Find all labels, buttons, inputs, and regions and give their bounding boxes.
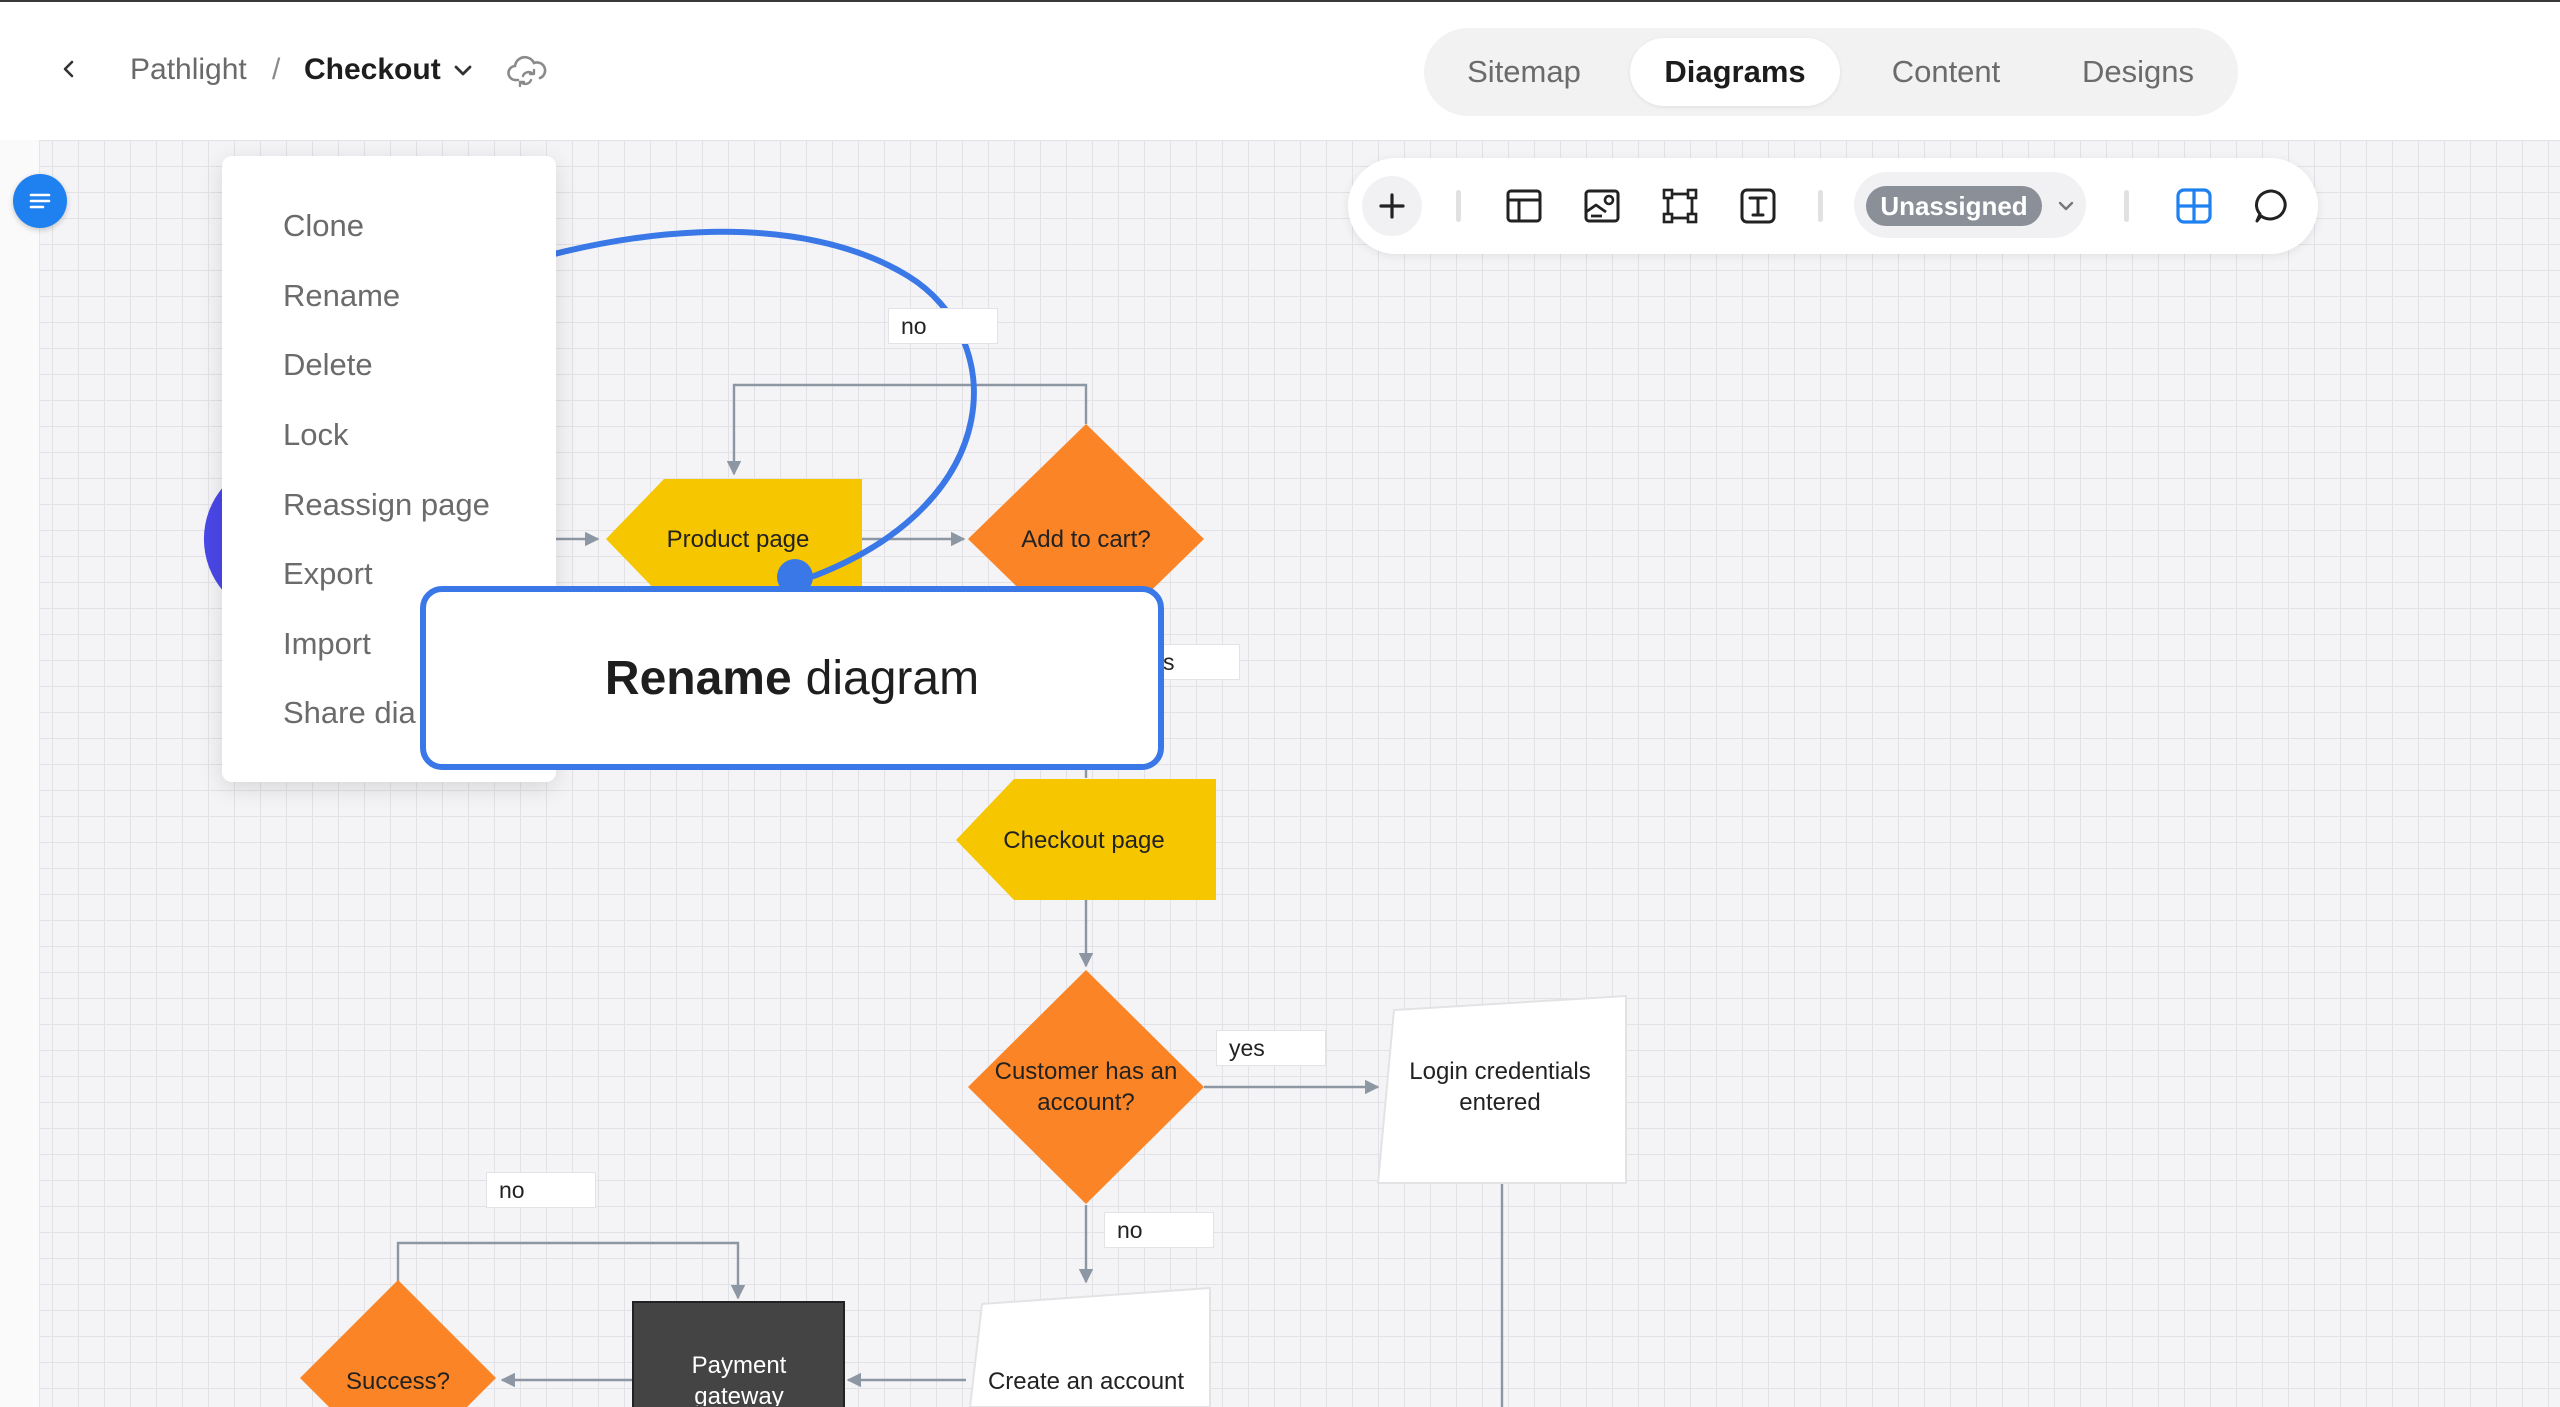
image-card-icon bbox=[1584, 189, 1620, 223]
insert-text-button[interactable] bbox=[1728, 176, 1788, 236]
toolbar-divider bbox=[2124, 190, 2129, 222]
menu-item-lock[interactable]: Lock bbox=[283, 415, 348, 455]
menu-item-reassign-page[interactable]: Reassign page bbox=[283, 485, 490, 525]
menu-item-clone[interactable]: Clone bbox=[283, 206, 364, 246]
success-label: Success? bbox=[345, 1367, 451, 1395]
assignee-dropdown[interactable]: Unassigned bbox=[1854, 172, 2086, 238]
menu-item-export[interactable]: Export bbox=[283, 554, 373, 594]
menu-item-rename[interactable]: Rename bbox=[283, 276, 400, 316]
checkout-page-label: Checkout page bbox=[1003, 826, 1165, 854]
layout-icon bbox=[1506, 189, 1542, 223]
menu-item-share-diagram[interactable]: Share dia bbox=[283, 693, 416, 733]
text-box-icon bbox=[1740, 188, 1776, 224]
grid-icon bbox=[2176, 188, 2212, 224]
insert-frame-button[interactable] bbox=[1650, 176, 1710, 236]
tutorial-callout: Rename diagram bbox=[420, 586, 1164, 770]
grid-toggle-button[interactable] bbox=[2164, 176, 2224, 236]
menu-lines-icon bbox=[29, 193, 51, 209]
create-account-label: Create an account bbox=[987, 1367, 1185, 1395]
callout-text: diagram bbox=[805, 651, 980, 705]
callout-bold-text: Rename bbox=[604, 651, 792, 705]
menu-item-import[interactable]: Import bbox=[283, 624, 371, 664]
comment-button[interactable] bbox=[2242, 176, 2302, 236]
add-button[interactable] bbox=[1362, 176, 1422, 236]
chevron-down-icon bbox=[2058, 201, 2074, 211]
edge-label-no: no bbox=[486, 1172, 596, 1208]
connectors bbox=[396, 383, 1504, 1407]
edge-label-yes: yes bbox=[1216, 1030, 1326, 1066]
edge-label-no: no bbox=[1104, 1212, 1214, 1248]
customer-has-account-label: Customer has an account? bbox=[994, 1058, 1178, 1116]
insert-layout-button[interactable] bbox=[1494, 176, 1554, 236]
connector-success-no-loop bbox=[396, 1241, 746, 1300]
frame-icon bbox=[1662, 188, 1698, 224]
menu-item-delete[interactable]: Delete bbox=[283, 345, 373, 385]
plus-icon bbox=[1379, 193, 1405, 219]
canvas-toolbar: Unassigned bbox=[1348, 158, 2318, 254]
start-node[interactable] bbox=[203, 486, 224, 592]
edge-label-no: no bbox=[888, 308, 998, 344]
insert-image-card-button[interactable] bbox=[1572, 176, 1632, 236]
assignee-badge: Unassigned bbox=[1866, 186, 2042, 226]
payment-gateway-label: Payment gateway bbox=[691, 1352, 787, 1406]
diagram-menu-button[interactable] bbox=[13, 174, 67, 228]
login-credentials-label: Login credentials entered bbox=[1409, 1058, 1591, 1116]
connector-cart-no-loop bbox=[726, 383, 1088, 476]
product-page-label: Product page bbox=[666, 525, 810, 553]
toolbar-divider bbox=[1456, 190, 1461, 222]
comment-icon bbox=[2255, 189, 2287, 223]
toolbar-divider bbox=[1818, 190, 1823, 222]
add-to-cart-label: Add to cart? bbox=[1021, 525, 1151, 553]
